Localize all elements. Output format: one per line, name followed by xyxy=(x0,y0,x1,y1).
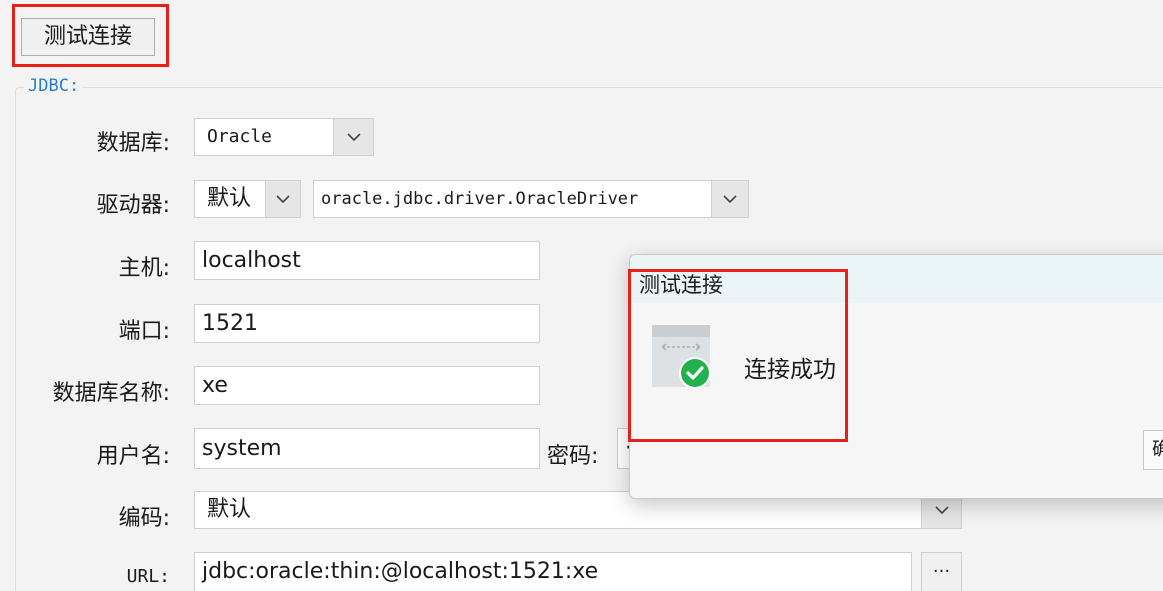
url-browse-button[interactable]: ··· xyxy=(921,552,962,591)
encoding-label: 编码: xyxy=(118,506,170,531)
chevron-down-icon xyxy=(723,195,737,204)
driver-label: 驱动器: xyxy=(96,193,170,218)
chevron-down-icon xyxy=(346,133,361,142)
driver-mode-select-arrow[interactable] xyxy=(265,180,301,218)
jdbc-group-title: JDBC: xyxy=(24,76,84,96)
username-label: 用户名: xyxy=(96,444,170,469)
port-label: 端口: xyxy=(118,319,170,344)
connection-success-icon xyxy=(652,325,711,389)
port-input[interactable]: 1521 xyxy=(194,304,540,343)
dialog-message: 连接成功 xyxy=(744,357,836,383)
dialog-titlebar[interactable]: 测试连接 xyxy=(630,255,1163,303)
test-connection-dialog: 测试连接 连接成功 确 xyxy=(629,254,1163,499)
database-select[interactable]: Oracle xyxy=(194,118,334,156)
password-label: 密码: xyxy=(547,444,599,469)
database-select-arrow[interactable] xyxy=(333,118,374,156)
url-input[interactable]: jdbc:oracle:thin:@localhost:1521:xe xyxy=(194,552,912,591)
connection-settings-window: 测试连接 JDBC: 数据库: Oracle 驱动器: 默认 oracle.jd… xyxy=(0,0,1163,591)
database-name-label: 数据库名称: xyxy=(52,381,170,406)
host-label: 主机: xyxy=(118,256,170,281)
database-name-input[interactable]: xe xyxy=(194,366,540,405)
chevron-down-icon xyxy=(276,195,290,204)
driver-class-select-arrow[interactable] xyxy=(711,180,749,218)
dialog-ok-button[interactable]: 确 xyxy=(1143,430,1163,470)
dialog-title: 测试连接 xyxy=(639,273,723,297)
database-label: 数据库: xyxy=(96,131,170,156)
host-input[interactable]: localhost xyxy=(194,241,540,280)
test-connection-button[interactable]: 测试连接 xyxy=(21,18,155,56)
username-input[interactable]: system xyxy=(194,428,540,469)
driver-mode-select[interactable]: 默认 xyxy=(194,180,266,218)
url-label: URL: xyxy=(126,566,170,587)
driver-class-select[interactable]: oracle.jdbc.driver.OracleDriver xyxy=(313,180,712,218)
chevron-down-icon xyxy=(934,506,949,515)
